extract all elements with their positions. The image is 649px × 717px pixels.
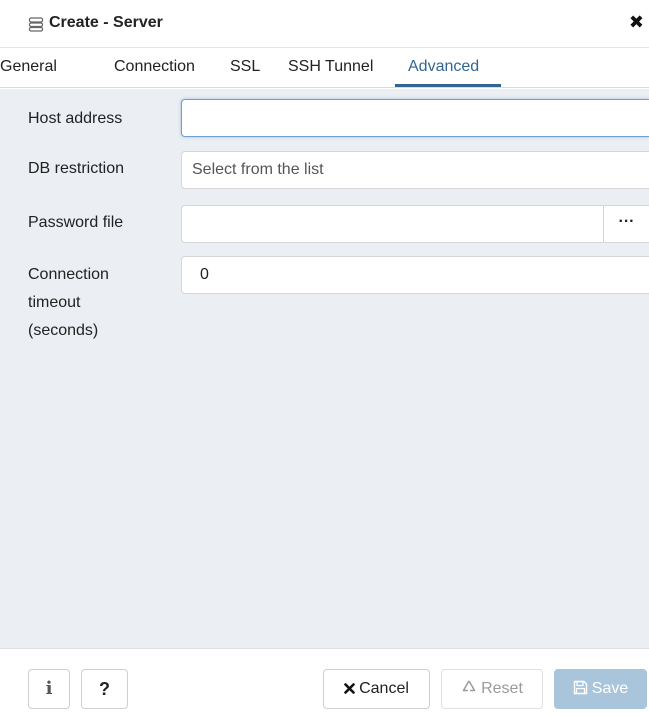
help-button[interactable]: ? bbox=[81, 669, 128, 709]
info-button[interactable]: i bbox=[28, 669, 70, 709]
save-button[interactable]: Save bbox=[554, 669, 647, 709]
reset-label: Reset bbox=[481, 680, 523, 697]
create-server-dialog: Create - Server ✖ General Connection SSL… bbox=[0, 0, 649, 717]
db-restriction-select[interactable]: Select from the list bbox=[181, 151, 649, 189]
host-address-input[interactable] bbox=[181, 99, 649, 137]
advanced-tab-panel: Host address DB restriction Select from … bbox=[0, 89, 649, 648]
close-icon[interactable]: ✖ bbox=[629, 13, 644, 31]
cancel-label: Cancel bbox=[359, 680, 409, 697]
connection-timeout-label-line-2: timeout bbox=[28, 294, 81, 311]
db-restriction-label: DB restriction bbox=[28, 160, 125, 177]
dialog-title: Create - Server bbox=[49, 14, 163, 31]
close-icon bbox=[344, 683, 355, 694]
tab-ssl[interactable]: SSL bbox=[230, 58, 260, 76]
tab-connection[interactable]: Connection bbox=[114, 58, 195, 76]
active-tab-indicator bbox=[395, 84, 501, 87]
cancel-button[interactable]: Cancel bbox=[323, 669, 430, 709]
connection-timeout-input[interactable]: 0 bbox=[181, 256, 649, 294]
recycle-icon bbox=[462, 680, 476, 692]
connection-timeout-label-line-1: Connection bbox=[28, 266, 109, 283]
browse-file-button[interactable]: ··· bbox=[603, 205, 649, 243]
host-address-label: Host address bbox=[28, 110, 123, 127]
password-file-label: Password file bbox=[28, 214, 124, 231]
password-file-input[interactable] bbox=[181, 205, 603, 243]
tab-ssh-tunnel[interactable]: SSH Tunnel bbox=[288, 58, 373, 76]
server-icon bbox=[28, 17, 44, 32]
dialog-footer: i ? Cancel Reset Save bbox=[0, 648, 649, 717]
tab-advanced[interactable]: Advanced bbox=[408, 58, 479, 76]
tab-bar: General Connection SSL SSH Tunnel Advanc… bbox=[0, 48, 649, 88]
save-label: Save bbox=[591, 680, 629, 697]
tab-general[interactable]: General bbox=[0, 58, 57, 76]
reset-button[interactable]: Reset bbox=[441, 669, 543, 709]
connection-timeout-label-line-3: (seconds) bbox=[28, 322, 99, 339]
floppy-disk-icon bbox=[573, 680, 587, 695]
dialog-titlebar: Create - Server ✖ bbox=[0, 0, 649, 48]
